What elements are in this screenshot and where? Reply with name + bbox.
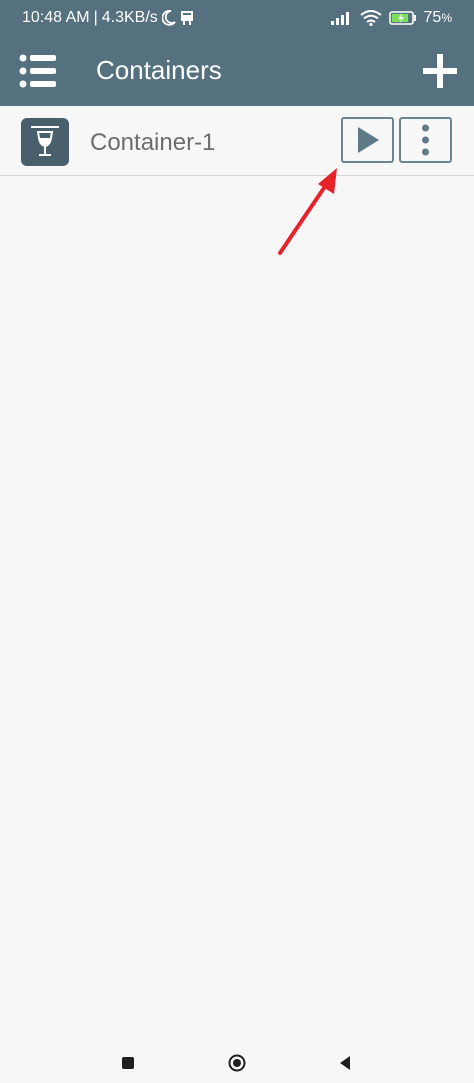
status-separator: | <box>93 9 98 26</box>
battery-charging-icon <box>388 10 417 26</box>
home-icon <box>228 1054 246 1072</box>
container-name: Container-1 <box>90 129 216 156</box>
add-container-button[interactable] <box>420 51 460 91</box>
signal-icon <box>330 11 353 25</box>
wine-glass-icon <box>21 118 69 166</box>
notification-icon <box>180 10 194 26</box>
annotation-arrow-icon <box>278 168 337 255</box>
recents-icon <box>122 1057 134 1069</box>
status-bar: 10:48 AM | 4.3KB/s 75% <box>0 0 474 36</box>
status-right: 75% <box>330 9 452 27</box>
navigation-bar <box>0 1043 474 1083</box>
battery-unit: % <box>441 11 452 25</box>
moon-icon <box>161 10 176 26</box>
battery-level: 75% <box>424 9 452 27</box>
back-button[interactable] <box>338 1055 352 1071</box>
battery-percent: 75 <box>423 9 442 26</box>
wifi-icon <box>359 10 382 26</box>
network-speed: 4.3KB/s <box>101 9 158 26</box>
menu-button[interactable] <box>18 52 58 90</box>
status-time: 10:48 AM <box>22 9 90 26</box>
app-bar: Containers <box>0 36 474 106</box>
more-vertical-icon <box>422 124 429 156</box>
list-menu-icon <box>19 54 56 88</box>
status-left: 10:48 AM | 4.3KB/s <box>22 9 194 27</box>
play-button[interactable] <box>341 117 394 163</box>
more-options-button[interactable] <box>399 117 452 163</box>
back-icon <box>340 1056 350 1070</box>
play-icon <box>358 127 379 153</box>
plus-icon <box>423 54 457 88</box>
home-button[interactable] <box>228 1054 246 1072</box>
recents-button[interactable] <box>121 1056 135 1070</box>
list-item[interactable]: Container-1 <box>0 106 474 176</box>
page-title: Containers <box>96 55 222 85</box>
